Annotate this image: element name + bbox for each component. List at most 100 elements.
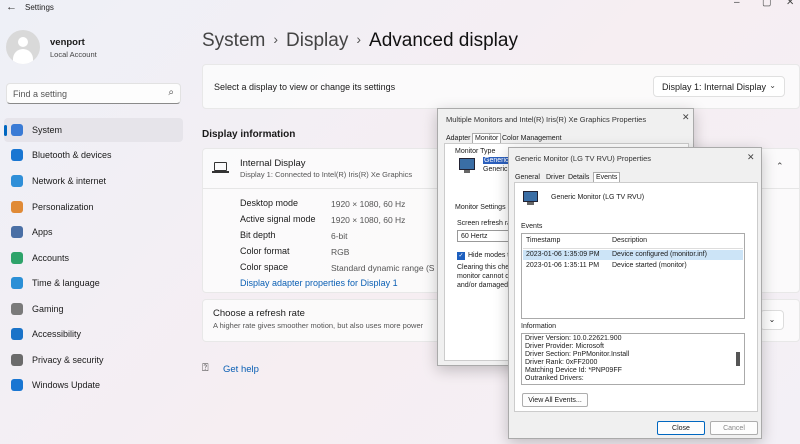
information-box[interactable]: Driver Version: 10.0.22621.900 Driver Pr… bbox=[521, 333, 745, 385]
breadcrumb: System › Display › Advanced display bbox=[202, 30, 518, 52]
accounts-icon bbox=[11, 252, 23, 264]
display-select[interactable]: Display 1: Internal Display ⌄ bbox=[653, 76, 785, 97]
sidebar-item-label: Windows Update bbox=[32, 380, 101, 390]
breadcrumb-system[interactable]: System bbox=[202, 30, 265, 51]
table-row[interactable]: 2023-01-06 1:35:11 PM Device started (mo… bbox=[523, 261, 743, 271]
laptop-icon bbox=[214, 162, 227, 171]
sidebar-item-windows-update[interactable]: Windows Update bbox=[4, 373, 183, 397]
refresh-rate-select[interactable]: 60 Hertz bbox=[457, 230, 509, 242]
sidebar-item-label: Personalization bbox=[32, 202, 94, 212]
info-line: Driver Provider: Microsoft bbox=[525, 343, 604, 350]
sidebar-item-network-internet[interactable]: Network & internet bbox=[4, 169, 183, 193]
accessibility-icon bbox=[11, 328, 23, 340]
information-label: Information bbox=[521, 323, 557, 330]
laptop-base bbox=[212, 171, 229, 173]
info-line: Driver Version: 10.0.22621.900 bbox=[525, 335, 622, 342]
search-icon: ⌕ bbox=[168, 87, 174, 98]
view-all-events-button[interactable]: View All Events... bbox=[522, 393, 588, 407]
tab-driver[interactable]: Driver bbox=[546, 174, 565, 181]
info-line: Outranked Drivers: bbox=[525, 375, 584, 382]
info-row-value: 1920 × 1080, 60 Hz bbox=[331, 215, 406, 225]
chevron-up-icon[interactable]: ⌃ bbox=[776, 161, 784, 172]
sidebar-item-gaming[interactable]: Gaming bbox=[4, 297, 183, 321]
event-timestamp: 2023-01-06 1:35:11 PM bbox=[526, 262, 600, 269]
clearing-text-line3: and/or damaged bbox=[457, 282, 508, 289]
info-line: Matching Device Id: *PNP09FF bbox=[525, 367, 622, 374]
maximize-icon[interactable]: ▢ bbox=[762, 0, 771, 8]
info-row-label: Desktop mode bbox=[240, 198, 299, 208]
monitor-type-line2: Generic bbox=[483, 166, 508, 173]
clearing-text-line2: monitor cannot d bbox=[457, 273, 510, 280]
device-name: Generic Monitor (LG TV RVU) bbox=[551, 194, 645, 201]
cancel-button[interactable]: Cancel bbox=[710, 421, 758, 435]
tab-color-management[interactable]: Color Management bbox=[502, 135, 562, 142]
scrollbar-thumb[interactable] bbox=[736, 352, 740, 366]
sidebar-item-label: Apps bbox=[32, 227, 53, 237]
page-title: Advanced display bbox=[369, 30, 518, 51]
close-icon[interactable]: ✕ bbox=[747, 152, 755, 163]
search-placeholder: Find a setting bbox=[13, 89, 68, 99]
get-help-link[interactable]: Get help bbox=[223, 364, 259, 375]
search-input[interactable]: Find a setting ⌕ bbox=[6, 83, 181, 104]
avatar[interactable] bbox=[6, 30, 40, 64]
sidebar-item-bluetooth-devices[interactable]: Bluetooth & devices bbox=[4, 143, 183, 167]
time-language-icon bbox=[11, 277, 23, 289]
sidebar-item-label: System bbox=[32, 125, 63, 135]
sidebar-item-label: Network & internet bbox=[32, 176, 107, 186]
title-bar: ← Settings – ▢ ✕ bbox=[0, 0, 800, 16]
breadcrumb-display[interactable]: Display bbox=[286, 30, 348, 51]
user-name: venport bbox=[50, 37, 85, 48]
events-list[interactable]: Timestamp Description 2023-01-06 1:35:09… bbox=[521, 233, 745, 319]
monitor-type-label: Monitor Type bbox=[455, 148, 496, 155]
sidebar-item-time-language[interactable]: Time & language bbox=[4, 271, 183, 295]
system-icon bbox=[11, 124, 23, 136]
sidebar-item-personalization[interactable]: Personalization bbox=[4, 195, 183, 219]
event-description: Device configured (monitor.inf) bbox=[612, 251, 707, 258]
select-display-label: Select a display to view or change its s… bbox=[214, 82, 396, 92]
display-name: Internal Display bbox=[240, 158, 306, 169]
minimize-icon[interactable]: – bbox=[734, 0, 740, 8]
table-row-selected[interactable]: 2023-01-06 1:35:09 PM Device configured … bbox=[523, 250, 743, 260]
help-icon: ⍰ bbox=[202, 362, 209, 374]
tab-monitor[interactable]: Monitor bbox=[472, 133, 502, 143]
hide-modes-checkbox[interactable]: ✓ bbox=[457, 252, 465, 260]
info-row-label: Bit depth bbox=[240, 230, 276, 240]
column-timestamp[interactable]: Timestamp bbox=[526, 237, 560, 244]
hide-modes-label: Hide modes th bbox=[468, 252, 514, 259]
sidebar-item-privacy-security[interactable]: Privacy & security bbox=[4, 348, 183, 372]
refresh-rate-desc: A higher rate gives smoother motion, but… bbox=[213, 321, 424, 330]
sidebar-item-accounts[interactable]: Accounts bbox=[4, 246, 183, 270]
info-line: Driver Rank: 0xFF2000 bbox=[525, 359, 598, 366]
personalization-icon bbox=[11, 201, 23, 213]
close-button[interactable]: Close bbox=[657, 421, 705, 435]
tab-events[interactable]: Events bbox=[593, 172, 621, 182]
close-icon[interactable]: ✕ bbox=[682, 112, 690, 123]
close-icon[interactable]: ✕ bbox=[786, 0, 794, 8]
refresh-rate-dropdown[interactable]: ⌄ bbox=[760, 310, 784, 330]
sidebar-item-accessibility[interactable]: Accessibility bbox=[4, 322, 183, 346]
monitor-icon-stand bbox=[527, 202, 534, 205]
display-subtitle: Display 1: Connected to Intel(R) Iris(R)… bbox=[240, 170, 413, 179]
info-row-label: Active signal mode bbox=[240, 214, 316, 224]
chevron-right-icon: › bbox=[356, 31, 362, 47]
info-row-value: Standard dynamic range (S bbox=[331, 263, 435, 273]
back-arrow-icon[interactable]: ← bbox=[6, 1, 17, 13]
sidebar-item-label: Accounts bbox=[32, 253, 70, 263]
sidebar-item-label: Time & language bbox=[32, 278, 100, 288]
column-description[interactable]: Description bbox=[612, 237, 647, 244]
info-row-value: RGB bbox=[331, 247, 350, 257]
bluetooth-devices-icon bbox=[11, 149, 23, 161]
chevron-down-icon: ⌄ bbox=[769, 81, 776, 90]
sidebar-item-system[interactable]: System bbox=[4, 118, 183, 142]
tab-details[interactable]: Details bbox=[568, 174, 589, 181]
privacy-security-icon bbox=[11, 354, 23, 366]
tab-adapter[interactable]: Adapter bbox=[446, 135, 471, 142]
selection-indicator bbox=[4, 125, 7, 136]
info-row-label: Color format bbox=[240, 246, 290, 256]
adapter-properties-link[interactable]: Display adapter properties for Display 1 bbox=[240, 278, 398, 288]
event-timestamp: 2023-01-06 1:35:09 PM bbox=[526, 251, 600, 258]
sidebar-item-apps[interactable]: Apps bbox=[4, 220, 183, 244]
windows-update-icon bbox=[11, 379, 23, 391]
monitor-type-line1[interactable]: Generic bbox=[483, 157, 510, 164]
tab-general[interactable]: General bbox=[515, 174, 540, 181]
